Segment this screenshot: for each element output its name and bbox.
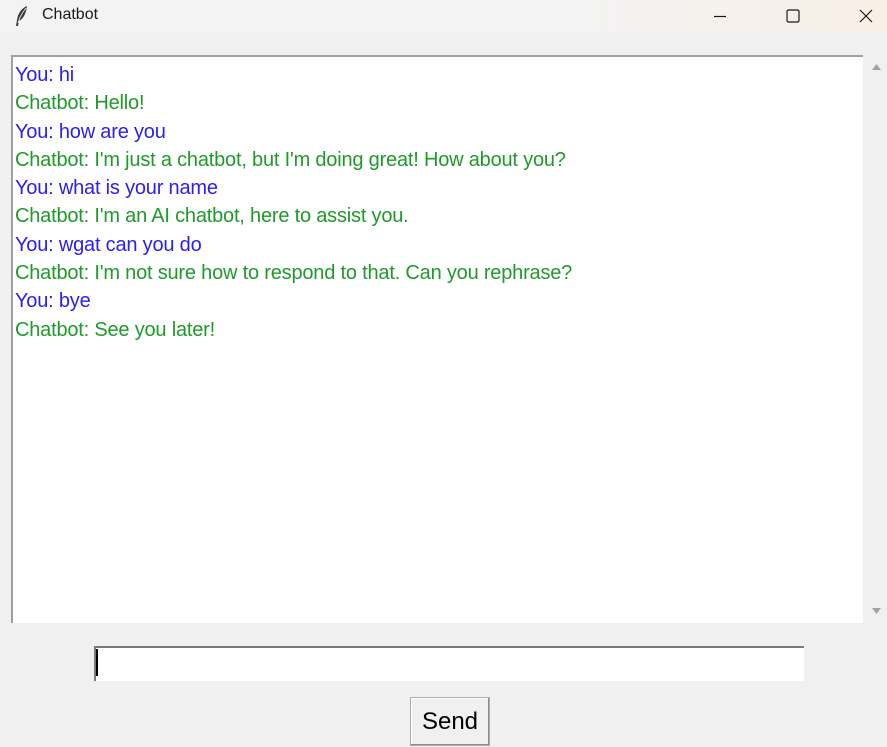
close-button[interactable] xyxy=(843,0,887,32)
close-icon xyxy=(859,9,873,23)
minimize-icon xyxy=(714,10,726,22)
scroll-down-arrow-icon[interactable] xyxy=(870,604,883,617)
chat-message-bot: Chatbot: Hello! xyxy=(15,92,145,115)
send-button[interactable]: Send xyxy=(410,697,490,746)
maximize-icon xyxy=(786,9,800,23)
chat-message-user: You: hi xyxy=(15,64,75,86)
chat-message-user: You: wgat can you do xyxy=(15,233,202,256)
chat-message-user: You: how are you xyxy=(15,120,166,143)
chat-message-user: You: what is your name xyxy=(15,177,218,200)
scroll-up-arrow-icon[interactable] xyxy=(870,61,883,74)
chat-message-bot: Chatbot: I'm just a chatbot, but I'm doi… xyxy=(15,148,566,171)
chat-message-user: You: bye xyxy=(15,290,91,313)
chat-history-textarea[interactable]: You: hi Chatbot: Hello! You: how are you… xyxy=(11,55,863,623)
maximize-button[interactable] xyxy=(770,0,816,32)
vertical-scrollbar[interactable] xyxy=(866,55,887,623)
title-bar[interactable]: Chatbot xyxy=(0,0,887,32)
message-input[interactable] xyxy=(94,646,804,681)
chatbot-window: Chatbot You: hi Chatbot: Hello! You: how… xyxy=(0,0,887,747)
chat-message-bot: Chatbot: See you later! xyxy=(15,318,215,341)
minimize-button[interactable] xyxy=(697,0,743,32)
chat-message-bot: Chatbot: I'm not sure how to respond to … xyxy=(15,262,573,285)
text-caret xyxy=(96,649,98,676)
chat-message-bot: Chatbot: I'm an AI chatbot, here to assi… xyxy=(15,205,409,228)
window-title: Chatbot xyxy=(42,6,99,23)
feather-icon xyxy=(14,5,30,27)
